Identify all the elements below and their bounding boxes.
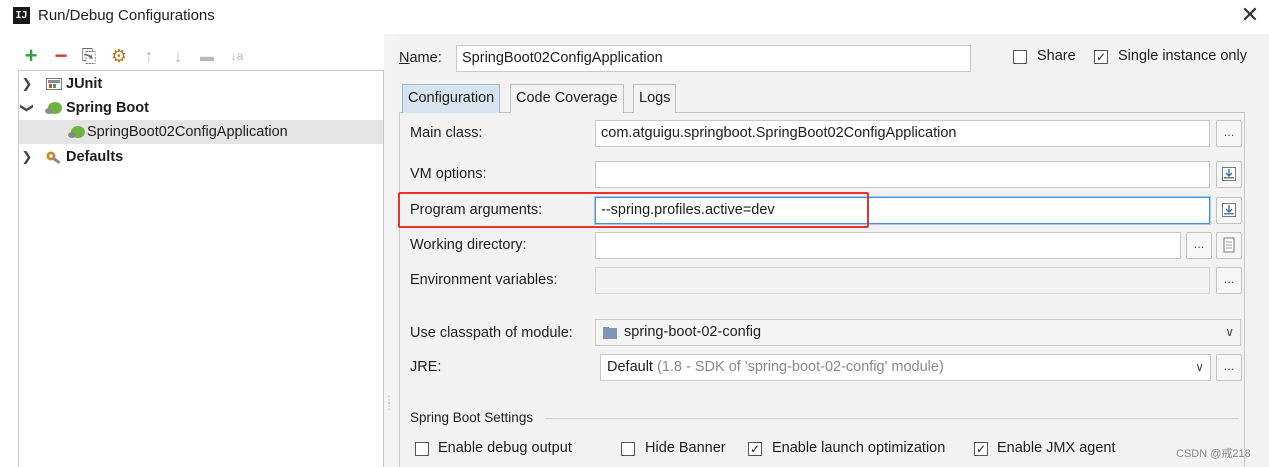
spring-boot-settings-title: Spring Boot Settings — [410, 410, 534, 425]
single-instance-label: Single instance only — [1118, 48, 1247, 64]
vm-options-label: VM options: — [410, 166, 487, 182]
configurations-tree: ❯ JUnit ❯ Spring Boot SpringBoot02Config… — [18, 70, 384, 467]
jre-select-value: Default — [607, 359, 653, 375]
single-instance-checkbox[interactable]: ✓ — [1094, 50, 1108, 64]
enable-debug-output-label: Enable debug output — [438, 440, 572, 456]
section-divider — [545, 418, 1239, 419]
chevron-down-icon[interactable]: ❯ — [15, 102, 39, 114]
main-class-label: Main class: — [410, 125, 483, 141]
edit-defaults-icon[interactable]: ⚙ — [108, 44, 130, 68]
tree-item-label: Defaults — [66, 149, 124, 165]
module-select-value: spring-boot-02-config — [624, 324, 762, 340]
add-icon[interactable]: + — [20, 44, 42, 68]
spring-boot-icon — [45, 102, 62, 114]
tree-item-defaults[interactable]: ❯ Defaults — [19, 145, 383, 169]
module-select[interactable]: spring-boot-02-config ∨ — [595, 319, 1241, 346]
jre-select-detail: (1.8 - SDK of 'spring-boot-02-config' mo… — [656, 359, 944, 375]
main-class-browse-button[interactable]: ... — [1216, 120, 1242, 147]
environment-variables-edit-button[interactable]: ... — [1216, 267, 1242, 294]
jre-select[interactable]: Default (1.8 - SDK of 'spring-boot-02-co… — [600, 354, 1211, 381]
working-directory-field[interactable] — [595, 232, 1181, 259]
tree-item-springboot02configapplication[interactable]: SpringBoot02ConfigApplication — [19, 120, 383, 144]
module-folder-icon — [603, 327, 617, 339]
name-label-text: ame: — [409, 50, 442, 66]
copy-icon[interactable]: ⎘ — [78, 44, 100, 68]
module-label: Use classpath of module: — [410, 325, 573, 341]
move-up-icon[interactable]: ↑ — [138, 44, 160, 68]
vm-options-field[interactable] — [595, 161, 1210, 188]
environment-variables-label: Environment variables: — [410, 272, 558, 288]
window-title: Run/Debug Configurations — [38, 7, 215, 24]
enable-launch-optimization-checkbox[interactable]: ✓ — [748, 442, 762, 456]
enable-launch-optimization-label: Enable launch optimization — [772, 440, 946, 456]
chevron-down-icon: ∨ — [1225, 325, 1234, 339]
expand-vm-options-icon[interactable] — [1216, 161, 1242, 188]
intellij-app-icon: IJ — [13, 7, 30, 24]
remove-icon[interactable]: − — [50, 44, 72, 68]
name-field[interactable]: SpringBoot02ConfigApplication — [456, 45, 971, 72]
close-button[interactable]: ✕ — [1238, 2, 1262, 28]
jre-browse-button[interactable]: ... — [1216, 354, 1242, 381]
tab-configuration[interactable]: Configuration — [402, 84, 501, 113]
working-directory-browse-button[interactable]: ... — [1186, 232, 1212, 259]
expand-program-arguments-icon[interactable] — [1216, 197, 1242, 224]
enable-jmx-agent-label: Enable JMX agent — [997, 440, 1116, 456]
tab-code-coverage[interactable]: Code Coverage — [510, 84, 624, 113]
spring-boot-app-icon — [68, 126, 85, 138]
watermark-text: CSDN @戒218 — [1176, 448, 1251, 460]
chevron-right-icon[interactable]: ❯ — [21, 145, 33, 169]
tree-item-label: JUnit — [66, 76, 103, 92]
tree-item-label: SpringBoot02ConfigApplication — [87, 124, 288, 140]
expand-field-icon — [1222, 167, 1236, 181]
enable-debug-output-checkbox[interactable] — [415, 442, 429, 456]
hide-banner-label: Hide Banner — [645, 440, 726, 456]
tree-item-junit[interactable]: ❯ JUnit — [19, 72, 383, 96]
tree-item-spring-boot[interactable]: ❯ Spring Boot — [19, 96, 383, 120]
highlight-annotation-box — [398, 192, 869, 228]
chevron-right-icon[interactable]: ❯ — [21, 72, 33, 96]
config-toolbar: + − ⎘ ⚙ ↑ ↓ ▬ ↓a — [18, 44, 384, 70]
working-directory-label: Working directory: — [410, 237, 527, 253]
tree-item-label: Spring Boot — [66, 100, 149, 116]
expand-field-icon — [1222, 203, 1236, 217]
defaults-wrench-icon — [46, 151, 61, 164]
splitter-grip-icon[interactable]: ⋮ ⋮ — [384, 396, 394, 416]
hide-banner-checkbox[interactable] — [621, 442, 635, 456]
junit-icon — [46, 78, 62, 90]
folder-icon[interactable]: ▬ — [196, 44, 218, 68]
name-label: Name: — [399, 50, 442, 66]
main-class-field[interactable]: com.atguigu.springboot.SpringBoot02Confi… — [595, 120, 1210, 147]
tab-logs[interactable]: Logs — [633, 84, 677, 113]
sort-icon[interactable]: ↓a — [226, 44, 248, 68]
share-label: Share — [1037, 48, 1076, 64]
document-icon — [1223, 237, 1235, 253]
share-checkbox[interactable] — [1013, 50, 1027, 64]
enable-jmx-agent-checkbox[interactable]: ✓ — [974, 442, 988, 456]
insert-macro-icon[interactable] — [1216, 232, 1242, 259]
jre-label: JRE: — [410, 359, 442, 375]
move-down-icon[interactable]: ↓ — [167, 44, 189, 68]
chevron-down-icon: ∨ — [1195, 360, 1204, 374]
environment-variables-field[interactable] — [595, 267, 1210, 294]
